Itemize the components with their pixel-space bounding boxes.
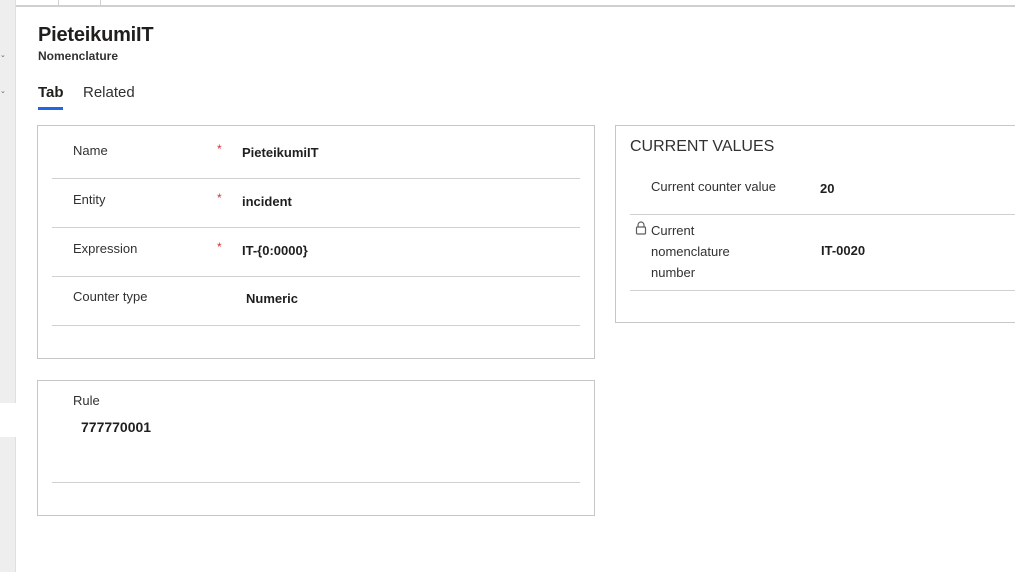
rule-section: Rule 777770001: [37, 380, 595, 516]
field-label: Name: [73, 143, 108, 158]
entity-field[interactable]: incident: [242, 194, 292, 209]
field-row-name: Name * PieteikumiIT: [52, 126, 580, 179]
field-label: Rule: [73, 393, 100, 408]
field-label-line: number: [651, 265, 696, 280]
field-row-expression: Expression * IT-{0:0000}: [52, 228, 580, 277]
active-tab-indicator: [38, 107, 63, 110]
selected-nav-item[interactable]: [0, 403, 16, 437]
field-label-line: nomenclature: [651, 244, 730, 259]
tab-label: Tab: [38, 84, 64, 101]
counter-type-select[interactable]: Numeric: [246, 291, 298, 306]
tab-related[interactable]: Related: [83, 84, 135, 101]
top-tab-strip: [16, 0, 1015, 7]
lock-icon: [635, 221, 647, 235]
rule-field[interactable]: 777770001: [81, 419, 151, 435]
required-marker: *: [217, 191, 222, 205]
field-label: Counter type: [73, 289, 148, 304]
current-values-section: CURRENT VALUES Current counter value 20 …: [615, 125, 1015, 323]
field-label: Expression: [73, 241, 138, 256]
entity-name: Nomenclature: [38, 49, 119, 63]
tab-label: Related: [83, 84, 135, 101]
chevron-down-icon[interactable]: ⌄: [0, 52, 8, 60]
top-tab-stub[interactable]: [16, 0, 59, 6]
expression-field[interactable]: IT-{0:0000}: [242, 243, 308, 258]
nomenclature-number-value: IT-0020: [821, 243, 866, 258]
required-marker: *: [217, 240, 222, 254]
top-tab-stub[interactable]: [59, 0, 101, 6]
field-row-nomenclature-number: Current nomenclature number IT-0020: [630, 215, 1015, 291]
name-field[interactable]: PieteikumiIT: [242, 145, 319, 160]
field-label-line: Current: [651, 223, 695, 238]
field-label: Current nomenclature number: [651, 220, 730, 283]
chevron-down-icon[interactable]: ⌄: [0, 88, 8, 96]
required-marker: *: [217, 142, 222, 156]
field-row-entity: Entity * incident: [52, 179, 580, 228]
left-navigation-gutter: ⌄ ⌄: [0, 0, 16, 572]
counter-value: 20: [820, 181, 835, 196]
field-row-counter-type: Counter type Numeric: [52, 277, 580, 326]
field-row-counter-value: Current counter value 20: [630, 126, 1015, 215]
field-label: Entity: [73, 192, 106, 207]
field-row-rule: Rule 777770001: [52, 381, 580, 483]
general-section: Name * PieteikumiIT Entity * incident Ex…: [37, 125, 595, 359]
tab-main[interactable]: Tab: [38, 84, 64, 110]
record-title: PieteikumiIT: [38, 24, 154, 46]
field-label: Current counter value: [651, 179, 777, 194]
